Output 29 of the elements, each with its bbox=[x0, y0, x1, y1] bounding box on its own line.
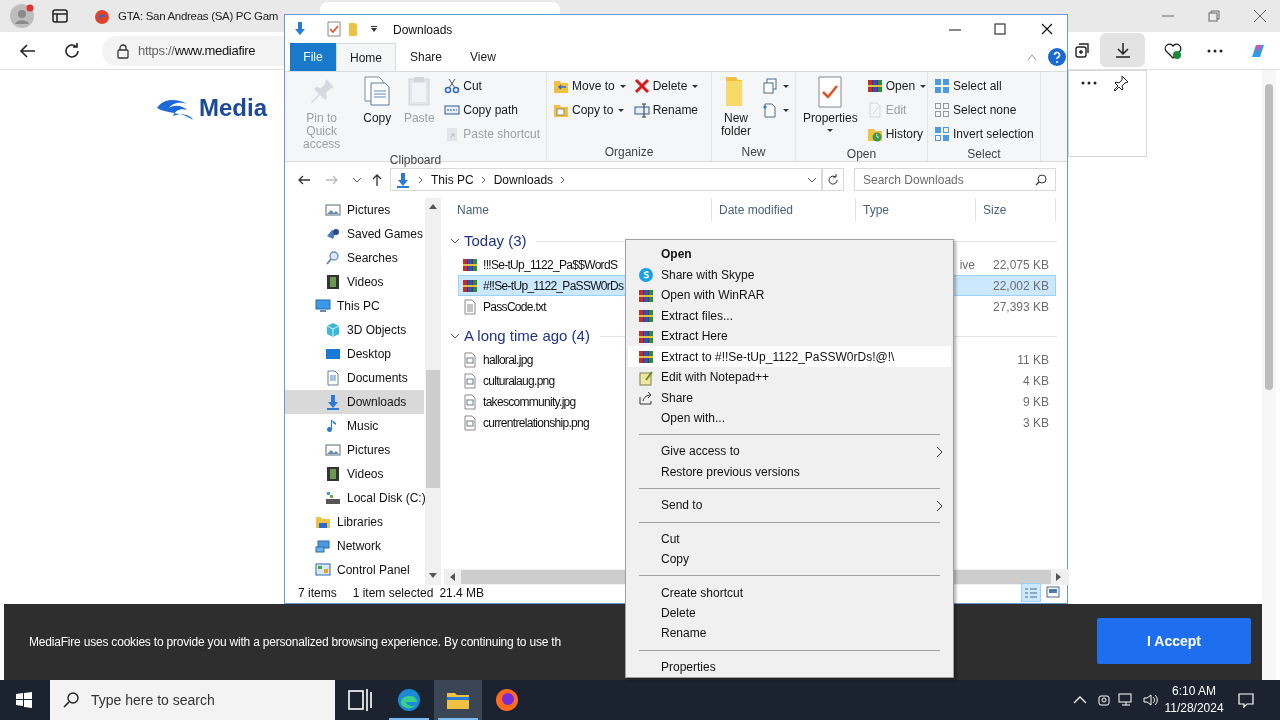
status-text: 7 items bbox=[298, 584, 337, 602]
group-label: Select bbox=[966, 146, 1002, 163]
search-placeholder: Search Downloads bbox=[863, 171, 964, 189]
group-label: New bbox=[740, 144, 767, 161]
file-type: ive bbox=[959, 256, 975, 274]
file-name: PassCode.txt bbox=[483, 298, 546, 316]
file-name: takescommunity.jpg bbox=[483, 393, 576, 411]
file-name: culturalaug.png bbox=[483, 372, 555, 390]
logo-text: Media bbox=[199, 93, 267, 123]
group-label: Clipboard bbox=[388, 152, 443, 169]
file-size: 9 KB bbox=[1023, 393, 1049, 411]
file-size: 3 KB bbox=[1023, 414, 1049, 432]
search-placeholder: Type here to search bbox=[91, 690, 215, 710]
window-title: Downloads bbox=[393, 22, 453, 39]
group-label: Organize bbox=[603, 144, 655, 161]
file-size: 22,002 KB bbox=[992, 277, 1049, 295]
url-text: https://www.mediafire bbox=[138, 42, 256, 61]
file-name: halloral.jpg bbox=[483, 351, 533, 369]
file-size: 4 KB bbox=[1023, 372, 1049, 390]
file-size: 22,075 KB bbox=[992, 256, 1049, 274]
status-text: 21.4 MB bbox=[439, 584, 485, 602]
file-size: 27,393 KB bbox=[992, 298, 1049, 316]
cookie-text: MediaFire uses cookies to provide you with a personalized browsing experience. By continuing to use th bbox=[29, 634, 561, 651]
file-size: 11 KB bbox=[1017, 351, 1049, 369]
file-name: #!!Se-tUp_1122_PaSSW0rDs bbox=[483, 277, 624, 295]
group-label: Open bbox=[845, 146, 878, 163]
file-name: currentrelationship.png bbox=[483, 414, 589, 432]
status-text: 1 item selected bbox=[352, 584, 434, 602]
file-name: !!!Se-tUp_1122_Pa$$WordS bbox=[483, 256, 618, 274]
